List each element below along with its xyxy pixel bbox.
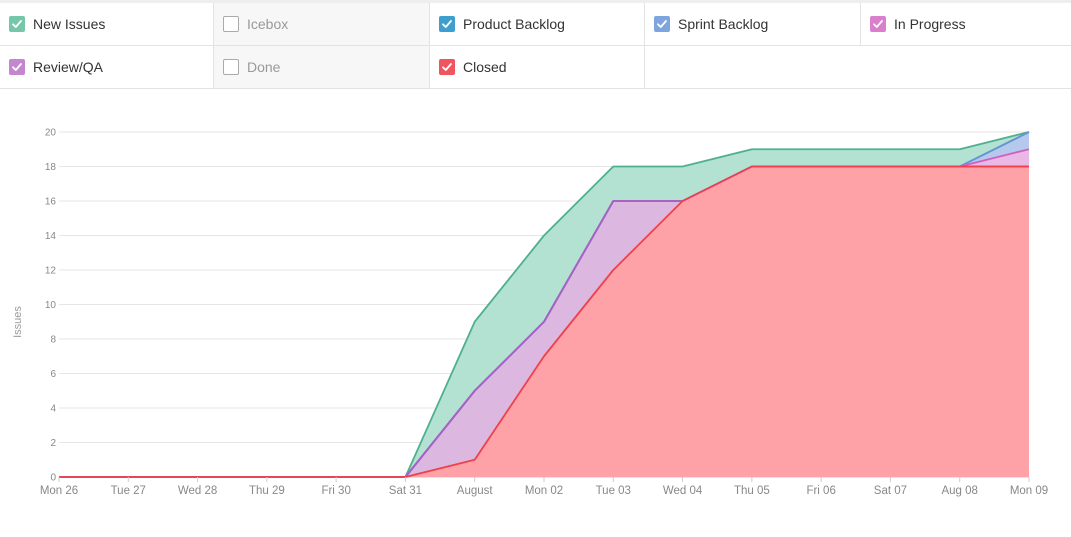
x-tick-label: Tue 27 — [111, 485, 146, 497]
y-tick-label: 0 — [50, 473, 56, 484]
legend-item-sprint-backlog[interactable]: Sprint Backlog — [645, 3, 861, 45]
checkbox-checked-icon[interactable] — [870, 16, 886, 32]
x-tick-label: Sat 31 — [389, 485, 422, 497]
x-tick-label: Fri 30 — [321, 485, 350, 497]
legend-item-done[interactable]: Done — [214, 46, 430, 88]
legend-label: Done — [247, 59, 281, 75]
checkbox-checked-icon[interactable] — [9, 59, 25, 75]
x-tick-label: Mon 02 — [525, 485, 563, 497]
x-tick-label: Thu 29 — [249, 485, 285, 497]
legend-label: New Issues — [33, 16, 106, 32]
legend-item-closed[interactable]: Closed — [430, 46, 645, 88]
checkbox-unchecked-icon[interactable] — [223, 16, 239, 32]
y-tick-label: 10 — [45, 300, 57, 311]
legend-item-in-progress[interactable]: In Progress — [861, 3, 1071, 45]
x-tick-label: Aug 08 — [941, 485, 977, 497]
y-tick-label: 20 — [45, 128, 57, 139]
checkbox-unchecked-icon[interactable] — [223, 59, 239, 75]
x-tick-label: Mon 09 — [1010, 485, 1048, 497]
legend-label: Sprint Backlog — [678, 16, 769, 32]
legend-row-2: Review/QA Done Closed — [0, 46, 1071, 89]
legend-empty-cell — [645, 46, 1071, 88]
checkbox-checked-icon[interactable] — [439, 59, 455, 75]
legend-label: Product Backlog — [463, 16, 565, 32]
y-tick-label: 4 — [50, 404, 56, 415]
legend-label: Closed — [463, 59, 507, 75]
legend-label: Review/QA — [33, 59, 104, 75]
y-tick-label: 6 — [50, 369, 56, 380]
y-tick-label: 16 — [45, 197, 57, 208]
y-tick-label: 12 — [45, 266, 57, 277]
cumulative-flow-chart: 0 2 4 6 8 10 12 14 16 18 20 Mon 26 Tue 27 Wed 28 Thu 2… — [12, 128, 1048, 498]
x-tick-label: Fri 06 — [806, 485, 835, 497]
y-tick-label: 14 — [45, 231, 57, 242]
y-tick-label: 8 — [50, 335, 56, 346]
x-tick-label: Sat 07 — [874, 485, 907, 497]
series-legend: New Issues Icebox Product Backlog Sprint… — [0, 3, 1071, 89]
checkbox-checked-icon[interactable] — [9, 16, 25, 32]
y-tick-label: 18 — [45, 162, 57, 173]
legend-item-icebox[interactable]: Icebox — [214, 3, 430, 45]
legend-label: In Progress — [894, 16, 966, 32]
checkbox-checked-icon[interactable] — [654, 16, 670, 32]
x-tick-label: Tue 03 — [596, 485, 631, 497]
legend-item-product-backlog[interactable]: Product Backlog — [430, 3, 645, 45]
legend-item-new-issues[interactable]: New Issues — [0, 3, 214, 45]
legend-label: Icebox — [247, 16, 289, 32]
legend-item-review-qa[interactable]: Review/QA — [0, 46, 214, 88]
checkbox-checked-icon[interactable] — [439, 16, 455, 32]
y-tick-label: 2 — [50, 438, 56, 449]
x-tick-label: Thu 05 — [734, 485, 770, 497]
x-tick-label: Mon 26 — [40, 485, 78, 497]
y-axis-label: Issues — [12, 306, 24, 338]
x-tick-label: August — [457, 485, 494, 497]
x-tick-label: Wed 04 — [663, 485, 703, 497]
x-tick-label: Wed 28 — [178, 485, 217, 497]
legend-row-1: New Issues Icebox Product Backlog Sprint… — [0, 3, 1071, 46]
